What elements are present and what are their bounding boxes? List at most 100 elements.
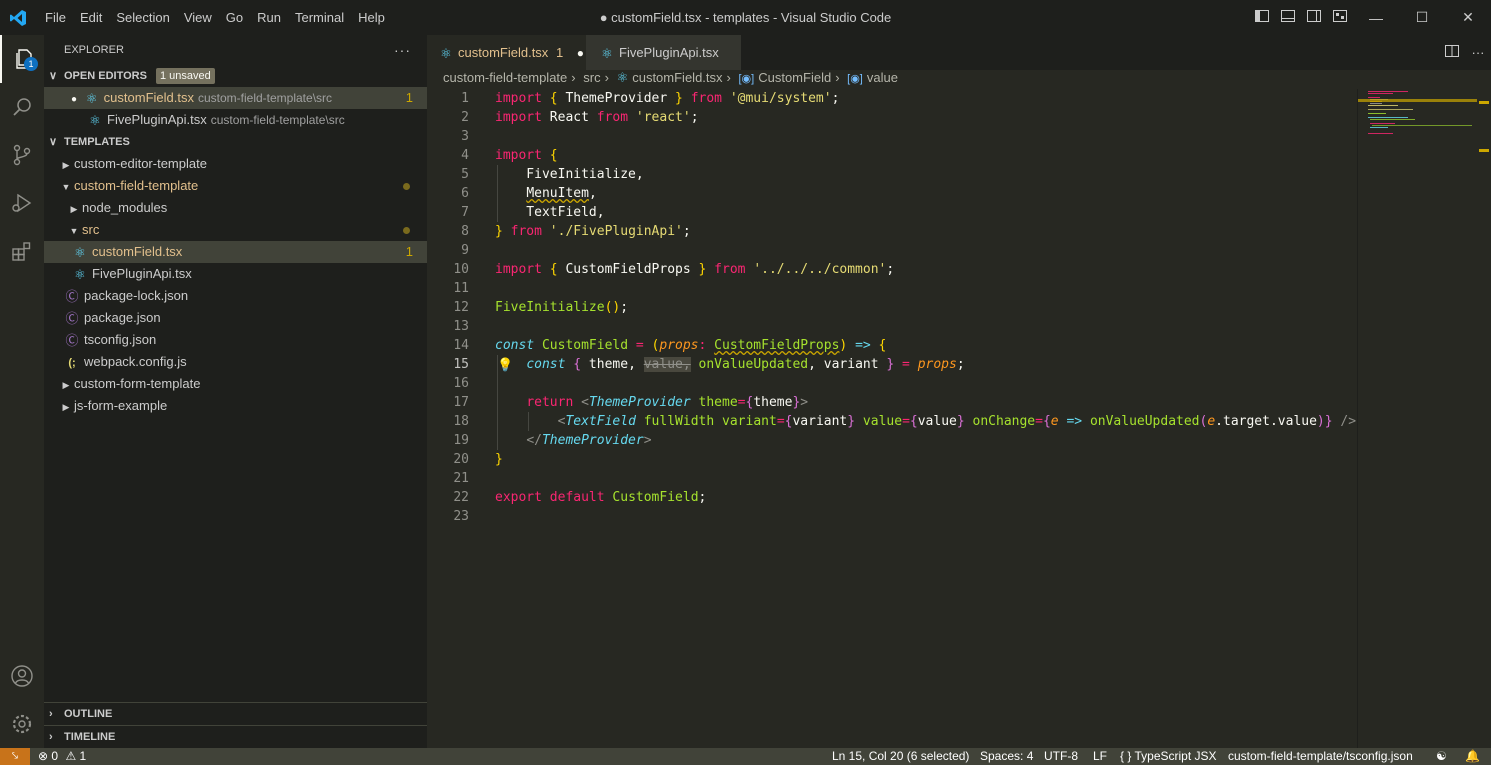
menu-help[interactable]: Help (351, 0, 392, 35)
breadcrumb-item[interactable]: src (583, 70, 600, 85)
symbol-variable-icon: [◉] (738, 73, 755, 85)
notifications-bell-icon[interactable]: 🔔 (1465, 748, 1480, 765)
tab-dirty-indicator[interactable]: ● (577, 46, 584, 60)
code-line[interactable]: 8} from './FivePluginApi'; (427, 222, 1357, 241)
code-line[interactable]: 7 TextField, (427, 203, 1357, 222)
tab-fivepluginapi[interactable]: ⚛ FivePluginApi.tsx (586, 35, 741, 70)
code-line[interactable]: 16 (427, 374, 1357, 393)
outline-header[interactable]: › OUTLINE (44, 702, 427, 725)
eol-status[interactable]: LF (1093, 748, 1107, 765)
menu-file[interactable]: File (38, 0, 73, 35)
code-line[interactable]: 14 const CustomField = (props: CustomFiel… (427, 336, 1357, 355)
source-control-activity[interactable] (0, 131, 44, 179)
code-line[interactable]: 3 (427, 127, 1357, 146)
tree-item-folder[interactable]: ▶ node_modules (44, 197, 427, 219)
code-line[interactable]: 20} (427, 450, 1357, 469)
tree-item-file[interactable]: Ⓒpackage.json (44, 307, 427, 329)
feedback-icon[interactable]: ☯ (1436, 748, 1447, 765)
tree-item-folder[interactable]: ▶ custom-editor-template (44, 153, 427, 175)
tree-item-file[interactable]: Ⓒtsconfig.json (44, 329, 427, 351)
split-editor-icon[interactable] (1439, 44, 1465, 61)
code-line[interactable]: 21 (427, 469, 1357, 488)
code-token: 'react' (635, 110, 691, 125)
tree-item-folder[interactable]: ▼ custom-field-template (44, 175, 427, 197)
code-line[interactable]: 11 (427, 279, 1357, 298)
extensions-activity[interactable] (0, 227, 44, 275)
tree-item-folder[interactable]: ▶ js-form-example (44, 395, 427, 417)
code-line[interactable]: 1 import { ThemeProvider } from '@mui/sys… (427, 89, 1357, 108)
breadcrumb-item[interactable]: value (867, 70, 898, 85)
tree-item-file[interactable]: ⚛ FivePluginApi.tsx (44, 263, 427, 285)
tree-item-file[interactable]: ⚛ customField.tsx 1 (44, 241, 427, 263)
encoding-status[interactable]: UTF-8 (1044, 748, 1078, 765)
code-line[interactable]: 17 return <ThemeProvider theme={theme}> (427, 393, 1357, 412)
line-number: 17 (453, 395, 469, 410)
lightbulb-icon[interactable]: 💡 (497, 356, 513, 375)
cursor-position[interactable]: Ln 15, Col 20 (6 selected) (832, 748, 969, 765)
tree-item-file[interactable]: (; webpack.config.js (44, 351, 427, 373)
line-number: 18 (453, 414, 469, 429)
open-editor-item[interactable]: ⚛ FivePluginApi.tsx custom-field-template\… (44, 109, 427, 131)
minimize-icon[interactable]: — (1353, 0, 1399, 35)
run-debug-activity[interactable] (0, 179, 44, 227)
code-token: { (573, 357, 582, 372)
code-line[interactable]: 10 import { CustomFieldProps } from '../.… (427, 260, 1357, 279)
code-line[interactable]: 19 </ThemeProvider> (427, 431, 1357, 450)
open-editors-header[interactable]: ∨ OPEN EDITORS 1 unsaved (44, 65, 427, 87)
open-editors-label: OPEN EDITORS (64, 70, 147, 82)
menu-terminal[interactable]: Terminal (288, 0, 351, 35)
minimap[interactable] (1357, 89, 1478, 748)
code-line[interactable]: 12 FiveInitialize(); (427, 298, 1357, 317)
explorer-activity[interactable]: 1 (0, 35, 44, 83)
toggle-primary-sidebar-icon[interactable] (1254, 8, 1270, 24)
more-actions-icon[interactable]: ··· (394, 35, 411, 65)
react-icon: ⚛ (74, 244, 86, 260)
toggle-panel-icon[interactable] (1280, 8, 1296, 24)
code-line[interactable]: 5 FiveInitialize, (427, 165, 1357, 184)
code-line[interactable]: 2 import React from 'react'; (427, 108, 1357, 127)
menu-view[interactable]: View (177, 0, 219, 35)
customize-layout-icon[interactable] (1332, 8, 1348, 24)
timeline-header[interactable]: › TIMELINE (44, 725, 427, 748)
close-icon[interactable]: ✕ (1445, 0, 1491, 35)
problems-status[interactable]: ⊗ 0 ⚠ 1 (38, 748, 86, 765)
indentation-status[interactable]: Spaces: 4 (980, 748, 1033, 765)
workspace-header[interactable]: ∨ TEMPLATES (44, 131, 427, 153)
manage-activity[interactable] (0, 700, 44, 748)
tree-item-folder[interactable]: ▼ src (44, 219, 427, 241)
remote-indicator-icon[interactable]: ⤥ (0, 748, 30, 765)
breadcrumb-item[interactable]: customField.tsx (632, 70, 722, 85)
line-number: 4 (461, 148, 469, 163)
maximize-icon[interactable]: ☐ (1399, 0, 1445, 35)
tab-customfield[interactable]: ⚛ customField.tsx 1 ● (427, 35, 586, 70)
vertical-scrollbar[interactable] (1477, 89, 1491, 748)
dirty-dot-icon[interactable]: ● (71, 94, 77, 105)
code-line[interactable]: 18 <TextField fullWidth variant={variant… (427, 412, 1357, 431)
code-line[interactable]: 6 MenuItem, (427, 184, 1357, 203)
code-line[interactable]: 22 export default CustomField; (427, 488, 1357, 507)
tree-item-folder[interactable]: ▶ custom-form-template (44, 373, 427, 395)
menu-selection[interactable]: Selection (109, 0, 176, 35)
menu-run[interactable]: Run (250, 0, 288, 35)
tsconfig-status[interactable]: custom-field-template/tsconfig.json (1228, 748, 1413, 765)
search-activity[interactable] (0, 83, 44, 131)
breadcrumb-item[interactable]: CustomField (758, 70, 831, 85)
line-number: 10 (453, 262, 469, 277)
open-editor-item[interactable]: ● ⚛ customField.tsx custom-field-template\… (44, 87, 427, 109)
code-editor[interactable]: 1 import { ThemeProvider } from '@mui/sys… (427, 89, 1357, 748)
toggle-secondary-sidebar-icon[interactable] (1306, 8, 1322, 24)
breadcrumb-item[interactable]: custom-field-template (443, 70, 567, 85)
accounts-activity[interactable] (0, 652, 44, 700)
tree-item-file[interactable]: Ⓒpackage-lock.json (44, 285, 427, 307)
code-line[interactable]: 13 (427, 317, 1357, 336)
code-line[interactable]: 4 import { (427, 146, 1357, 165)
more-actions-icon[interactable]: ··· (1465, 45, 1491, 60)
code-line[interactable]: 23 (427, 507, 1357, 526)
code-line[interactable]: 9 (427, 241, 1357, 260)
code-line[interactable]: 15 const { theme, value, onValueUpdated,… (427, 355, 1357, 374)
menu-edit[interactable]: Edit (73, 0, 109, 35)
language-status[interactable]: { } TypeScript JSX (1120, 748, 1217, 765)
menu-go[interactable]: Go (219, 0, 250, 35)
